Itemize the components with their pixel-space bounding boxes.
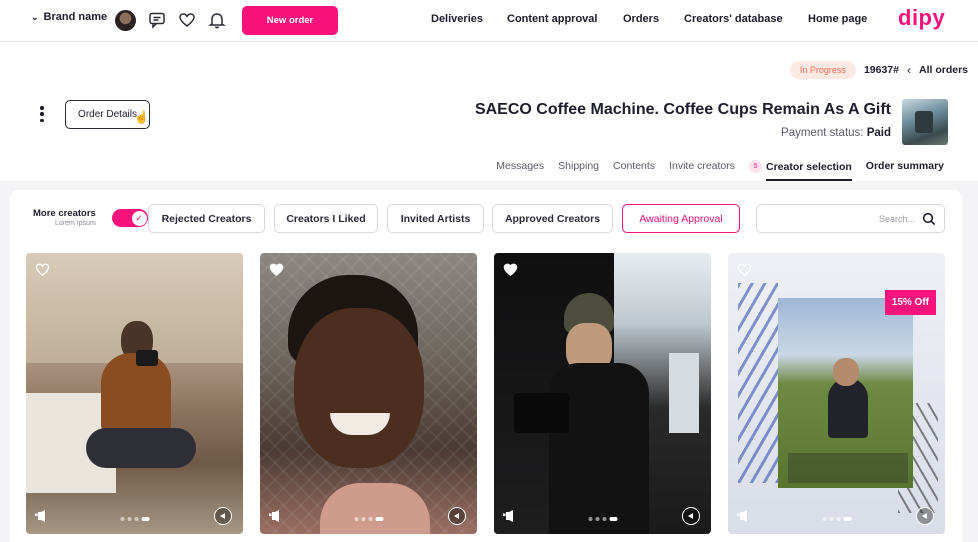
check-icon: ✓ (131, 210, 147, 226)
carousel-dots (822, 517, 851, 521)
order-number: 19637# (863, 64, 899, 76)
filter-creators-liked[interactable]: Creators I Liked (274, 204, 378, 233)
tab-order-summary[interactable]: Order summary (866, 160, 944, 173)
search-icon[interactable] (922, 212, 936, 226)
brand-name: Brand name (43, 11, 108, 23)
play-button[interactable] (916, 507, 934, 525)
tab-count-badge: 5 (749, 160, 763, 173)
order-tabs: Messages Shipping Contents Invite creato… (496, 160, 944, 181)
avatar[interactable] (115, 10, 136, 31)
discount-badge: 15% Off (884, 290, 936, 315)
nav-link-deliveries[interactable]: Deliveries (431, 13, 483, 25)
more-creators-title: More creators (33, 208, 96, 219)
tab-creator-selection-label: Creator selection (766, 160, 852, 181)
more-creators-label: More creators Lorem Ipsum (33, 208, 96, 227)
carousel-dots (120, 517, 149, 521)
dipy-logo[interactable]: dipy (898, 5, 945, 31)
tab-shipping[interactable]: Shipping (558, 160, 599, 173)
chat-icon[interactable] (148, 11, 166, 29)
filter-rejected-creators[interactable]: Rejected Creators (148, 204, 265, 233)
tab-invite-creators[interactable]: Invite creators (669, 160, 735, 173)
chevron-left-icon[interactable]: ‹ (907, 63, 911, 77)
nav-link-orders[interactable]: Orders (623, 13, 659, 25)
filter-approved-creators[interactable]: Approved Creators (492, 204, 613, 233)
payment-status-value: Paid (866, 127, 891, 139)
nav-link-content-approval[interactable]: Content approval (507, 13, 597, 25)
creator-card[interactable]: 15% Off (728, 253, 945, 534)
product-thumbnail (902, 99, 948, 145)
payment-status-label: Payment status: (781, 127, 864, 139)
hand-cursor-icon: ☝ (134, 110, 149, 124)
play-button[interactable] (214, 507, 232, 525)
all-orders-link[interactable]: All orders (919, 64, 968, 76)
play-button[interactable] (682, 507, 700, 525)
more-creators-subtitle: Lorem Ipsum (54, 220, 96, 227)
chevron-down-icon: ⌄ (31, 11, 39, 22)
play-icon (454, 513, 459, 519)
heart-outline-icon[interactable] (35, 262, 50, 277)
creator-card[interactable] (494, 253, 711, 534)
search-box (756, 204, 945, 233)
bell-icon[interactable] (208, 11, 226, 29)
filter-invited-artists[interactable]: Invited Artists (387, 204, 484, 233)
creator-card[interactable] (260, 253, 477, 534)
play-button[interactable] (448, 507, 466, 525)
more-options-icon[interactable] (38, 106, 46, 122)
breadcrumb: In Progress 19637# ‹ All orders (789, 61, 968, 79)
mute-icon[interactable] (35, 510, 51, 522)
brand-selector[interactable]: ⌄ Brand name (31, 11, 107, 23)
status-badge: In Progress (789, 61, 856, 79)
mute-icon[interactable] (503, 510, 519, 522)
play-icon (922, 513, 927, 519)
heart-icon[interactable] (178, 11, 196, 29)
heart-filled-icon[interactable] (503, 262, 518, 277)
carousel-dots (354, 517, 383, 521)
search-input[interactable] (765, 211, 915, 227)
play-icon (688, 513, 693, 519)
page-title: SAECO Coffee Machine. Coffee Cups Remain… (474, 101, 891, 118)
more-creators-toggle[interactable]: ✓ (112, 209, 148, 227)
top-navigation: ⌄ Brand name New order Deliveries Conten… (0, 0, 978, 42)
mute-icon[interactable] (269, 510, 285, 522)
creator-card[interactable] (26, 253, 243, 534)
tab-contents[interactable]: Contents (613, 160, 655, 173)
payment-status: Payment status: Paid (781, 127, 891, 139)
play-icon (220, 513, 225, 519)
carousel-dots (588, 517, 617, 521)
heart-outline-icon[interactable] (737, 262, 752, 277)
filter-awaiting-approval[interactable]: Awaiting Approval (622, 204, 740, 233)
nav-link-home-page[interactable]: Home page (808, 13, 867, 25)
heart-filled-icon[interactable] (269, 262, 284, 277)
mute-icon[interactable] (737, 510, 753, 522)
nav-link-creators-database[interactable]: Creators' database (684, 13, 783, 25)
new-order-button[interactable]: New order (242, 6, 338, 35)
tab-creator-selection[interactable]: 5 Creator selection (749, 160, 852, 181)
tab-messages[interactable]: Messages (496, 160, 544, 173)
